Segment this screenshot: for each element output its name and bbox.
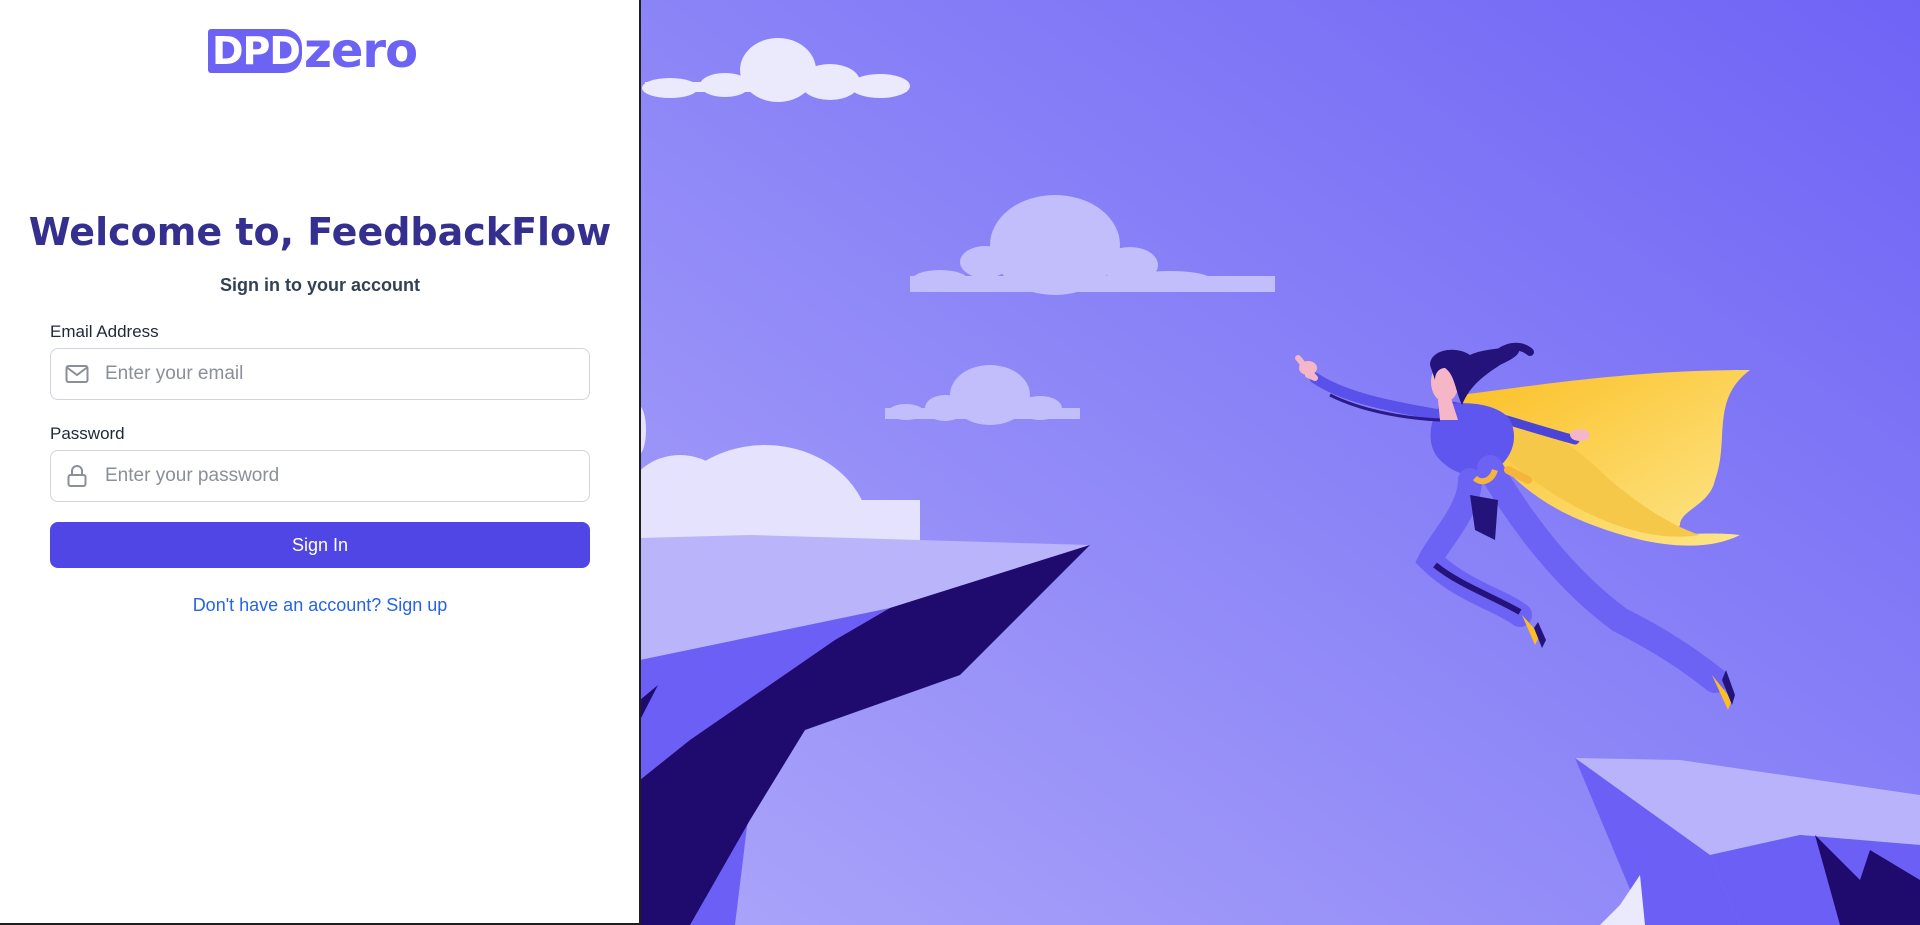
login-panel: DPD zero Welcome to, FeedbackFlow Sign i… (0, 0, 640, 925)
dpdzero-logo: DPD zero (208, 22, 418, 79)
password-input[interactable] (103, 464, 567, 488)
envelope-icon (65, 362, 89, 386)
logo-text: zero (303, 22, 418, 79)
email-field[interactable] (50, 348, 590, 400)
hero-illustration (640, 0, 1920, 925)
lock-icon (65, 464, 89, 488)
email-input[interactable] (103, 362, 567, 386)
password-label: Password (50, 424, 125, 443)
sign-up-link[interactable]: Don't have an account? Sign up (0, 595, 640, 616)
panel-divider (639, 0, 641, 925)
page-title: Welcome to, FeedbackFlow (28, 210, 612, 254)
logo-box: DPD (208, 28, 302, 73)
password-field[interactable] (50, 450, 590, 502)
page-subtitle: Sign in to your account (219, 275, 420, 295)
email-label: Email Address (50, 322, 159, 341)
sign-in-button[interactable]: Sign In (50, 522, 590, 568)
